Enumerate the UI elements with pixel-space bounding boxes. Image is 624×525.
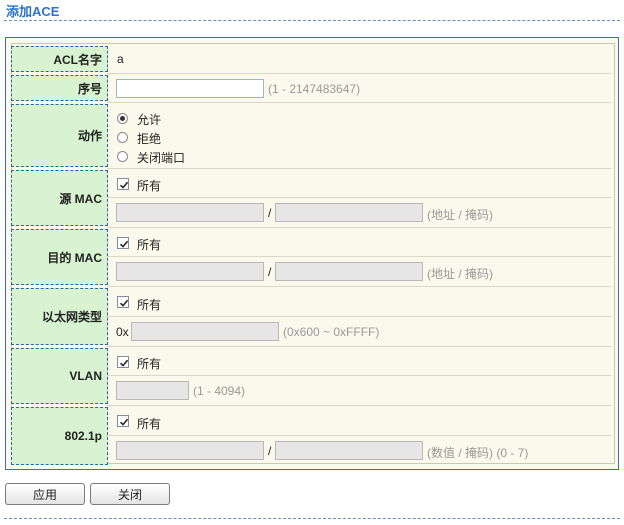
- row-divider: [107, 316, 611, 317]
- page-title: 添加ACE: [6, 4, 60, 19]
- dot1p-value-input[interactable]: [116, 441, 264, 460]
- action-label: 动作: [11, 104, 108, 167]
- action-shutdown-label[interactable]: 关闭端口: [137, 149, 185, 166]
- row-divider: [107, 168, 611, 169]
- ethertype-all-checkbox[interactable]: [117, 296, 129, 308]
- ethertype-input[interactable]: [131, 322, 279, 341]
- close-button[interactable]: 关闭: [90, 483, 170, 505]
- row-divider: [107, 435, 611, 436]
- checkmark-icon: [119, 418, 129, 426]
- src-mac-address-input[interactable]: [116, 203, 264, 222]
- dst-mac-hint: (地址 / 掩码): [427, 267, 493, 281]
- row-divider: [107, 227, 611, 228]
- row-divider: [107, 197, 611, 198]
- row-divider: [107, 346, 611, 347]
- vlan-label: VLAN: [11, 348, 108, 404]
- vlan-all-checkbox[interactable]: [117, 356, 129, 368]
- checkmark-icon: [119, 240, 129, 248]
- row-divider: [107, 405, 611, 406]
- src-mac-hint: (地址 / 掩码): [427, 208, 493, 222]
- dst-mac-all-checkbox[interactable]: [117, 237, 129, 249]
- sequence-hint: (1 - 2147483647): [268, 82, 361, 96]
- src-mac-mask-input[interactable]: [275, 203, 423, 222]
- row-divider: [107, 73, 611, 74]
- vlan-input[interactable]: [116, 381, 189, 400]
- action-deny-label[interactable]: 拒绝: [137, 130, 161, 147]
- row-divider: [107, 256, 611, 257]
- dot1p-hint: (数值 / 掩码) (0 - 7): [427, 446, 529, 460]
- apply-button[interactable]: 应用: [5, 483, 85, 505]
- action-permit-radio[interactable]: [117, 113, 128, 124]
- ethertype-all-label: 所有: [137, 298, 162, 312]
- dst-mac-all-label: 所有: [137, 238, 162, 252]
- dot1p-all-checkbox[interactable]: [117, 415, 129, 427]
- checkmark-icon: [119, 181, 129, 189]
- action-shutdown-radio[interactable]: [117, 151, 128, 162]
- src-mac-all-label: 所有: [137, 179, 162, 193]
- row-divider: [107, 375, 611, 376]
- dst-mac-address-input[interactable]: [116, 262, 264, 281]
- src-mac-separator: /: [268, 206, 272, 220]
- dot1p-label: 802.1p: [11, 407, 108, 465]
- bottom-divider: [4, 518, 620, 519]
- dst-mac-separator: /: [268, 265, 272, 279]
- src-mac-all-checkbox[interactable]: [117, 178, 129, 190]
- acl-name-label: ACL名字: [11, 46, 108, 72]
- checkmark-icon: [119, 359, 129, 367]
- vlan-all-label: 所有: [137, 357, 162, 371]
- dot1p-separator: /: [268, 444, 272, 458]
- dst-mac-label: 目的 MAC: [11, 229, 108, 285]
- vlan-hint: (1 - 4094): [193, 384, 246, 398]
- dst-mac-mask-input[interactable]: [275, 262, 423, 281]
- row-divider: [107, 102, 611, 103]
- action-deny-radio[interactable]: [117, 132, 128, 143]
- sequence-input[interactable]: [116, 79, 264, 98]
- sequence-label: 序号: [11, 75, 108, 101]
- dot1p-all-label: 所有: [137, 417, 162, 431]
- row-divider: [107, 286, 611, 287]
- src-mac-label: 源 MAC: [11, 170, 108, 226]
- dot1p-mask-input[interactable]: [275, 441, 423, 460]
- checkmark-icon: [119, 299, 129, 307]
- action-permit-label[interactable]: 允许: [137, 111, 161, 128]
- acl-name-value: a: [117, 52, 124, 66]
- ethertype-hint: (0x600 ~ 0xFFFF): [283, 325, 380, 339]
- ethertype-prefix: 0x: [116, 325, 129, 339]
- title-divider: [4, 20, 620, 21]
- ethertype-label: 以太网类型: [11, 288, 108, 345]
